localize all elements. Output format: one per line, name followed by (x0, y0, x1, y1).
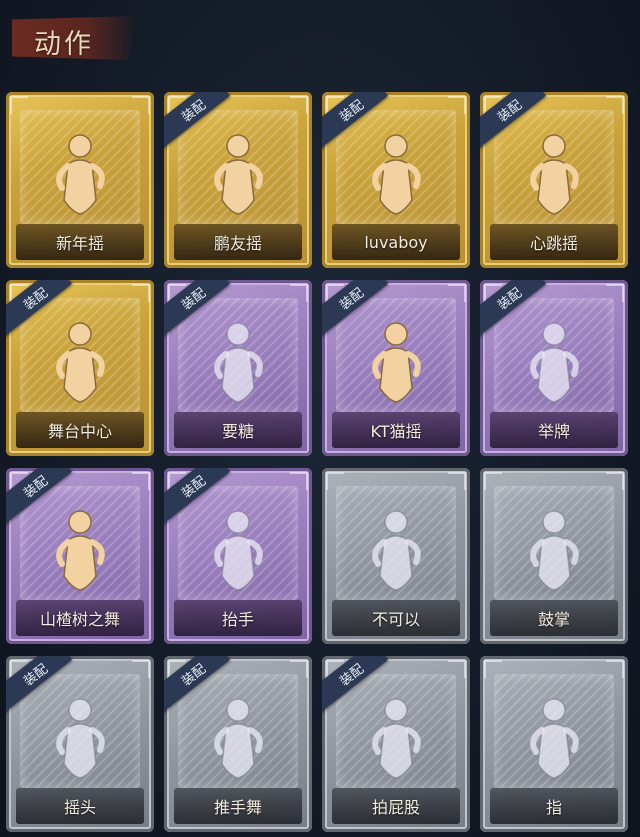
emote-name: 抬手 (221, 610, 254, 629)
emote-name: 摇头 (63, 798, 96, 817)
card-label-bar: 鼓掌 (490, 600, 618, 636)
frame-ornament (606, 96, 624, 114)
emote-name: 新年摇 (55, 234, 104, 253)
frame-ornament (290, 472, 308, 490)
frame-ornament (290, 96, 308, 114)
card-label-bar: luvaboy (332, 224, 460, 260)
hawthorn-dance-icon (40, 506, 120, 596)
emote-card[interactable]: 装配 KT猫摇 (322, 280, 470, 456)
emote-card[interactable]: 装配 推手舞 (164, 656, 312, 832)
frame-ornament (448, 96, 466, 114)
card-label-bar: 要糖 (174, 412, 302, 448)
emote-card[interactable]: 装配 要糖 (164, 280, 312, 456)
emote-card[interactable]: 新年摇 (6, 92, 154, 268)
card-label-bar: 心跳摇 (490, 224, 618, 260)
emote-name: 舞台中心 (47, 422, 112, 441)
frame-ornament (448, 472, 466, 490)
page-title: 动作 (34, 29, 94, 60)
clap-icon (514, 506, 594, 596)
emote-name: 鹏友摇 (213, 234, 262, 253)
raise-hand-icon (198, 506, 278, 596)
frame-ornament (448, 660, 466, 678)
emote-name: 山楂树之舞 (39, 610, 120, 629)
frame-ornament (484, 472, 502, 490)
frame-ornament (132, 96, 150, 114)
emote-card[interactable]: 装配 鹏友摇 (164, 92, 312, 268)
card-label-bar: 山楂树之舞 (16, 600, 144, 636)
emote-name: 举牌 (537, 422, 570, 441)
card-label-bar: 鹏友摇 (174, 224, 302, 260)
card-label-bar: 摇头 (16, 788, 144, 824)
emote-name: 拍屁股 (371, 798, 420, 817)
card-label-bar: 新年摇 (16, 224, 144, 260)
frame-ornament (290, 284, 308, 302)
emote-name: 不可以 (371, 610, 420, 629)
card-label-bar: 抬手 (174, 600, 302, 636)
emote-card[interactable]: 装配 舞台中心 (6, 280, 154, 456)
frame-ornament (448, 284, 466, 302)
emote-name: 要糖 (221, 422, 254, 441)
emote-card[interactable]: 装配 拍屁股 (322, 656, 470, 832)
frame-ornament (606, 660, 624, 678)
card-label-bar: KT猫摇 (332, 412, 460, 448)
push-hand-dance-icon (198, 694, 278, 784)
emote-card[interactable]: 指 (480, 656, 628, 832)
shake-head-icon (40, 694, 120, 784)
card-label-bar: 拍屁股 (332, 788, 460, 824)
frame-ornament (10, 96, 28, 114)
frame-ornament (606, 472, 624, 490)
ask-candy-icon (198, 318, 278, 408)
emote-card[interactable]: 装配 举牌 (480, 280, 628, 456)
emote-card[interactable]: 鼓掌 (480, 468, 628, 644)
kt-cat-shake-icon (356, 318, 436, 408)
emote-card[interactable]: 装配 luvaboy (322, 92, 470, 268)
friend-shake-icon (198, 130, 278, 220)
card-label-bar: 舞台中心 (16, 412, 144, 448)
frame-ornament (606, 284, 624, 302)
emote-name: KT猫摇 (370, 422, 422, 441)
card-label-bar: 指 (490, 788, 618, 824)
emote-card[interactable]: 装配 山楂树之舞 (6, 468, 154, 644)
emote-name: 鼓掌 (537, 610, 570, 629)
frame-ornament (484, 660, 502, 678)
frame-ornament (326, 472, 344, 490)
emote-card[interactable]: 不可以 (322, 468, 470, 644)
emote-name: 指 (545, 798, 562, 817)
stage-center-icon (40, 318, 120, 408)
frame-ornament (132, 660, 150, 678)
finger-no-icon (356, 506, 436, 596)
card-label-bar: 举牌 (490, 412, 618, 448)
heartbeat-shake-icon (514, 130, 594, 220)
emote-card[interactable]: 装配 摇头 (6, 656, 154, 832)
newyear-shake-icon (40, 130, 120, 220)
emote-name: luvaboy (364, 232, 428, 252)
emote-name: 心跳摇 (529, 234, 578, 253)
hold-sign-icon (514, 318, 594, 408)
emote-card[interactable]: 装配 心跳摇 (480, 92, 628, 268)
frame-ornament (132, 472, 150, 490)
frame-ornament (290, 660, 308, 678)
pat-butt-icon (356, 694, 436, 784)
luvaboy-icon (356, 130, 436, 220)
emote-name: 推手舞 (213, 798, 262, 817)
point-icon (514, 694, 594, 784)
card-label-bar: 推手舞 (174, 788, 302, 824)
frame-ornament (132, 284, 150, 302)
card-label-bar: 不可以 (332, 600, 460, 636)
emote-card[interactable]: 装配 抬手 (164, 468, 312, 644)
